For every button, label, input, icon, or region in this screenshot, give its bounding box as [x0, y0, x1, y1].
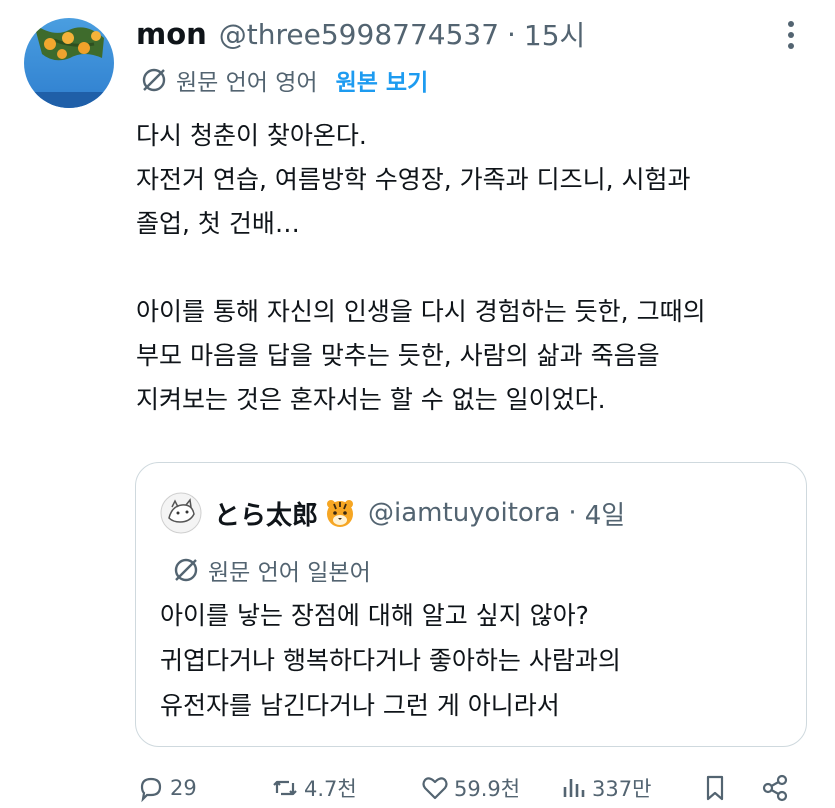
- quote-author-name[interactable]: とら太郎: [214, 495, 318, 532]
- translate-icon: [142, 68, 166, 92]
- tiger-face-icon: [327, 500, 354, 527]
- reply-count: 29: [170, 776, 197, 800]
- tweet-time[interactable]: 15시: [524, 14, 585, 54]
- translation-label: 원문 언어 영어: [176, 70, 318, 96]
- quote-header: とら太郎 @iamtuyoitora · 4일: [160, 492, 625, 534]
- like-button[interactable]: 59.9천: [420, 768, 520, 808]
- quote-time[interactable]: 4일: [585, 495, 625, 532]
- quote-translation-row: 원문 언어 일본어: [172, 553, 371, 587]
- like-count: 59.9천: [454, 777, 521, 801]
- quote-avatar[interactable]: [160, 492, 202, 534]
- quoted-tweet[interactable]: とら太郎 @iamtuyoitora · 4일 원문 언어 일본어 아이를 낳는…: [135, 462, 807, 747]
- quote-text: 아이를 낳는 장점에 대해 알고 싶지 않아? 귀엽다거나 행복하다거나 좋아하…: [160, 601, 621, 720]
- show-original-link[interactable]: 원본 보기: [336, 63, 429, 97]
- retweet-button[interactable]: 4.7천: [270, 768, 357, 808]
- heart-icon: [422, 777, 448, 800]
- quote-author-handle[interactable]: @iamtuyoitora: [368, 498, 560, 528]
- author-name[interactable]: mon: [136, 17, 207, 51]
- retweet-icon: [273, 780, 297, 796]
- translate-icon: [174, 558, 198, 582]
- views-count: 337만: [592, 777, 652, 801]
- translation-row: 원문 언어 영어 원본 보기: [140, 62, 428, 98]
- retweet-count: 4.7천: [304, 777, 357, 801]
- tweet-header: mon @three5998774537 · 15시: [136, 14, 585, 54]
- more-options-icon[interactable]: [781, 18, 801, 52]
- action-bar: 29 4.7천 59.9천 337만: [0, 768, 835, 808]
- bookmark-button[interactable]: [700, 768, 734, 808]
- quote-translation-label: 원문 언어 일본어: [208, 560, 371, 586]
- tweet-text: 다시 청춘이 찾아온다. 자전거 연습, 여름방학 수영장, 가족과 디즈니, …: [136, 121, 706, 414]
- share-button[interactable]: [760, 768, 794, 808]
- reply-icon: [140, 777, 162, 803]
- views-button[interactable]: 337만: [558, 768, 651, 808]
- author-avatar[interactable]: [24, 18, 114, 108]
- reply-button[interactable]: 29: [136, 768, 197, 808]
- bookmark-icon: [706, 775, 724, 801]
- quote-separator-dot: ·: [568, 498, 577, 528]
- author-handle[interactable]: @three5998774537: [219, 18, 499, 51]
- separator-dot: ·: [507, 17, 516, 51]
- share-icon: [762, 774, 788, 802]
- views-chart-icon: [563, 779, 585, 797]
